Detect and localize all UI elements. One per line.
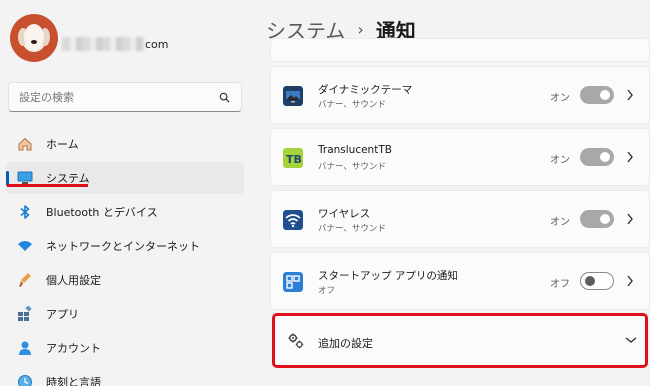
sidebar-item-label: アカウント [46,342,101,355]
toggle-state: オン [550,93,570,104]
sidebar-item-apps[interactable]: アプリ [6,298,244,330]
account-icon [16,339,34,357]
highlight-underline [7,184,88,187]
sidebar-item-personalization[interactable]: 個人用設定 [6,264,244,296]
wireless-icon [283,210,303,230]
app-subtitle: バナー、サウンド [318,162,386,172]
sidebar-item-label: ネットワークとインターネット [46,240,200,253]
app-title: ワイヤレス [318,208,371,220]
globe-clock-icon [16,373,34,386]
sidebar-item-label: 時刻と言語 [46,376,101,386]
app-subtitle: バナー、サウンド [318,224,386,234]
dynamic-theme-icon [283,86,303,106]
avatar[interactable] [10,14,58,62]
apps-icon [16,305,34,323]
sidebar-item-label: ホーム [46,138,79,151]
app-subtitle: オフ [318,286,336,296]
email-suffix: com [145,37,169,51]
chevron-down-icon[interactable] [625,336,637,344]
startup-apps-icon [283,272,303,292]
app-notification-row[interactable]: スタートアップ アプリの通知 オフ オフ [270,252,650,310]
sidebar-item-home[interactable]: ホーム [6,128,244,160]
home-icon [16,135,34,153]
brush-icon [16,271,34,289]
app-title: スタートアップ アプリの通知 [318,270,458,282]
account-email: com [62,34,169,54]
chevron-right-icon[interactable] [626,89,634,101]
notification-toggle[interactable] [580,86,614,104]
breadcrumb-separator: › [357,19,364,39]
additional-settings-row[interactable]: 追加の設定 [272,313,648,368]
search-input[interactable] [9,90,209,104]
chevron-right-icon[interactable] [626,213,634,225]
app-subtitle: バナー、サウンド [318,100,386,110]
sidebar-item-accounts[interactable]: アカウント [6,332,244,364]
notification-toggle[interactable] [580,210,614,228]
toggle-state: オン [550,217,570,228]
sidebar-item-bluetooth[interactable]: Bluetooth とデバイス [6,196,244,228]
sidebar-item-network[interactable]: ネットワークとインターネット [6,230,244,262]
sidebar-item-label: アプリ [46,308,79,321]
app-notification-row[interactable]: TB TranslucentTB バナー、サウンド オン [270,128,650,186]
sidebar-nav: ホーム システム Bluetooth とデバイス ネットワークとインターネット [6,128,244,386]
sidebar-item-system[interactable]: システム [6,162,244,194]
app-title: TranslucentTB [318,144,392,156]
sidebar-item-label: 個人用設定 [46,274,101,287]
search-icon[interactable] [219,92,230,103]
app-notification-row[interactable]: ワイヤレス バナー、サウンド オン [270,190,650,248]
svg-text:TB: TB [286,153,302,166]
bluetooth-icon [16,203,34,221]
toggle-state: オン [550,155,570,166]
blurred-email [62,37,144,51]
previous-card-edge [270,38,650,62]
wifi-icon [16,237,34,255]
settings-search[interactable] [8,82,242,112]
gears-icon [288,333,304,349]
sidebar-item-time-language[interactable]: 時刻と言語 [6,366,244,386]
sidebar: com ホーム システム Bluetooth とデバイス [0,0,252,386]
notification-toggle[interactable] [580,148,614,166]
notification-toggle[interactable] [580,272,614,290]
sidebar-item-label: Bluetooth とデバイス [46,206,158,219]
chevron-right-icon[interactable] [626,151,634,163]
chevron-right-icon[interactable] [626,275,634,287]
toggle-state: オフ [550,279,570,290]
app-title: ダイナミックテーマ [318,84,413,96]
translucenttb-icon: TB [283,148,303,168]
app-notification-row[interactable]: ダイナミックテーマ バナー、サウンド オン [270,66,650,124]
additional-settings-label: 追加の設定 [318,337,373,350]
